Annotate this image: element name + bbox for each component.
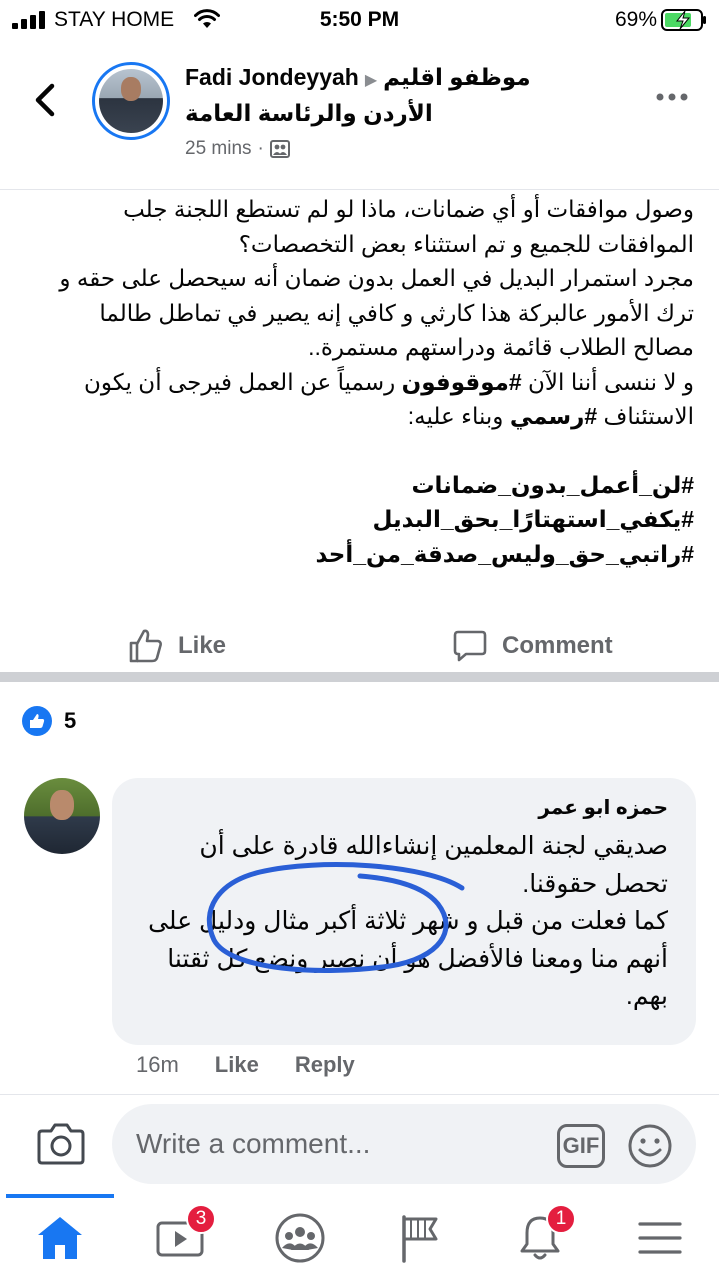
nav-home[interactable]: [30, 1208, 90, 1268]
active-tab-indicator: [6, 1194, 114, 1198]
back-icon[interactable]: [28, 80, 62, 120]
more-icon[interactable]: [655, 92, 689, 102]
hashtag-list: #لن_أعمل_بدون_ضمانات #يكفي_استهتارًا_بحق…: [48, 468, 694, 572]
hashtag-link[interactable]: #لن_أعمل_بدون_ضمانات: [48, 468, 694, 503]
post-paragraph: وصول موافقات أو أي ضمانات، ماذا لو لم تس…: [123, 196, 694, 257]
status-bar: STAY HOME 5:50 PM 69%: [0, 0, 719, 40]
comment-paragraph: صديقي لجنة المعلمين إنشاءالله قادرة على …: [199, 832, 668, 898]
group-name-part2[interactable]: الأردن والرئاسة العامة: [185, 100, 433, 127]
hashtag-link[interactable]: #رسمي: [510, 403, 597, 429]
header-title: Fadi Jondeyyah ▶ موظفو اقليم: [185, 64, 531, 91]
divider: [0, 1094, 719, 1095]
comment-bubble: حمزه ابو عمر صديقي لجنة المعلمين إنشاءال…: [112, 778, 696, 1045]
bottom-navigation: 3 1: [0, 1194, 719, 1280]
comment-reply-button[interactable]: Reply: [295, 1052, 355, 1078]
groups-icon: [275, 1213, 325, 1263]
group-name-part1[interactable]: موظفو اقليم: [383, 64, 530, 90]
comment-button[interactable]: Comment: [452, 626, 613, 666]
clock: 5:50 PM: [319, 8, 400, 31]
hashtag-link[interactable]: #راتبي_حق_وليس_صدقة_من_أحد: [48, 537, 694, 572]
like-button[interactable]: Like: [128, 626, 226, 666]
avatar-photo: [99, 69, 163, 133]
notifications-badge: 1: [546, 1204, 576, 1234]
post-text-run: وبناء عليه:: [407, 403, 510, 429]
nav-pages[interactable]: [390, 1208, 450, 1268]
hashtag-link[interactable]: #موقوفون: [402, 369, 522, 395]
camera-icon[interactable]: [36, 1121, 86, 1167]
separator-dot: ·: [257, 138, 264, 159]
menu-icon: [638, 1222, 682, 1254]
comment-meta: 16m Like Reply: [136, 1052, 355, 1078]
comment-time[interactable]: 16m: [136, 1052, 179, 1078]
nav-watch[interactable]: 3: [150, 1204, 216, 1268]
post-paragraph: و لا ننسى أننا الآن #موقوفون رسمياً عن ا…: [48, 365, 694, 434]
gif-button[interactable]: GIF: [557, 1124, 605, 1168]
post-header: Fadi Jondeyyah ▶ موظفو اقليم الأردن والرئا…: [0, 40, 719, 190]
comment-label: Comment: [502, 632, 613, 659]
comment-text: صديقي لجنة المعلمين إنشاءالله قادرة على …: [140, 828, 668, 1016]
post-text: وصول موافقات أو أي ضمانات، ماذا لو لم تس…: [48, 192, 694, 571]
reaction-summary[interactable]: 5: [22, 706, 76, 736]
author-avatar[interactable]: [92, 62, 170, 140]
thumbs-up-icon: [129, 629, 162, 663]
reaction-count: 5: [64, 708, 77, 733]
comment-input[interactable]: Write a comment...: [112, 1104, 696, 1184]
nav-groups[interactable]: [270, 1208, 330, 1268]
comment-icon: [453, 630, 487, 662]
post-paragraph: مجرد استمرار البديل في العمل بدون ضمان أ…: [59, 265, 694, 360]
nav-menu[interactable]: [630, 1208, 690, 1268]
like-reaction-icon: [22, 706, 52, 736]
comment-like-button[interactable]: Like: [215, 1052, 259, 1078]
group-icon: [269, 139, 290, 158]
post-text-run: و لا ننسى أننا الآن: [521, 368, 694, 395]
author-name[interactable]: Fadi Jondeyyah: [185, 64, 359, 90]
emoji-icon[interactable]: [627, 1123, 673, 1169]
post-action-bar: Like Comment: [0, 612, 719, 682]
commenter-avatar[interactable]: [24, 778, 100, 854]
hashtag-link[interactable]: #يكفي_استهتارًا_بحق_البديل: [48, 502, 694, 537]
like-label: Like: [178, 632, 227, 659]
battery-charging-icon: [661, 9, 706, 31]
battery-percent: 69%: [614, 8, 657, 31]
arrow-right-icon: ▶: [364, 72, 378, 89]
comment-paragraph: كما فعلت من قبل و شهر ثلاثة أكبر مثال ود…: [148, 907, 668, 1010]
nav-notifications[interactable]: 1: [510, 1204, 576, 1268]
commenter-name[interactable]: حمزه ابو عمر: [140, 794, 668, 822]
flag-icon: [402, 1215, 438, 1263]
watch-badge: 3: [186, 1204, 216, 1234]
post-meta: 25 mins ·: [185, 138, 290, 160]
post-time[interactable]: 25 mins: [185, 138, 252, 159]
home-icon: [38, 1217, 82, 1259]
